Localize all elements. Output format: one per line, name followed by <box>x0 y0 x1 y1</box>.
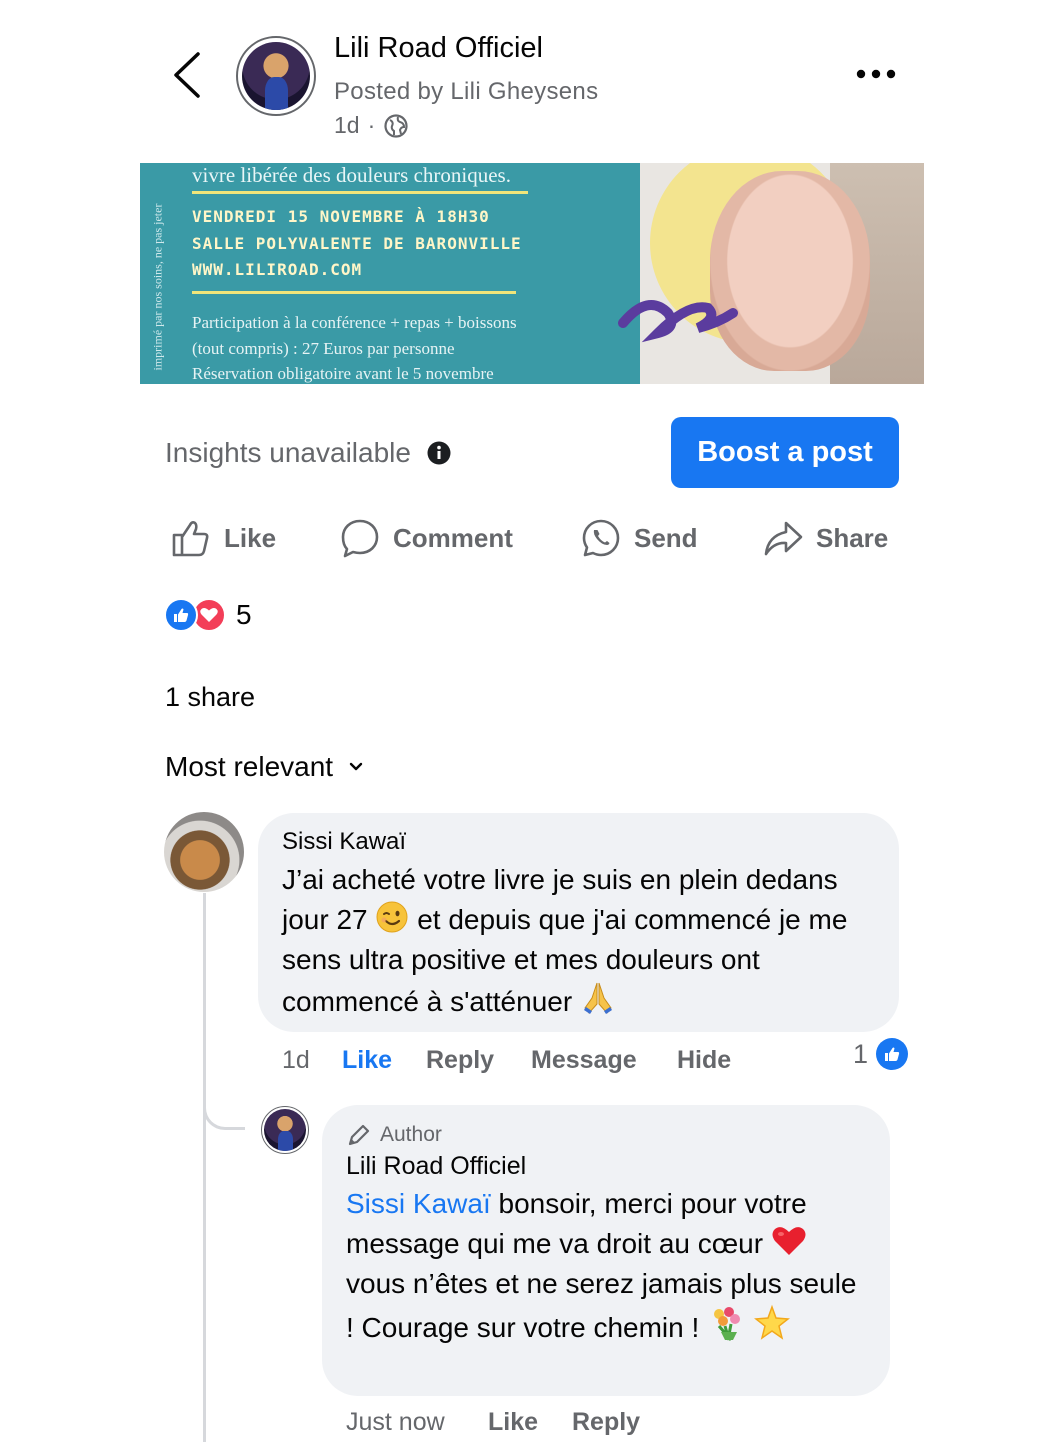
insights-label: Insights unavailable <box>165 437 411 468</box>
reply-mention[interactable]: Sissi Kawaï <box>346 1188 491 1219</box>
globe-icon <box>384 113 408 138</box>
reply-like-button[interactable]: Like <box>488 1408 538 1437</box>
red-heart-emoji-icon <box>772 1227 806 1255</box>
comment-reply-button[interactable]: Reply <box>426 1046 494 1075</box>
author-badge-label: Author <box>380 1123 442 1146</box>
banner-price-1: Participation à la conférence + repas + … <box>192 313 517 332</box>
share-button[interactable]: Share <box>762 515 888 561</box>
commenter-name[interactable]: Sissi Kawaï <box>282 828 406 856</box>
post-time-row: 1d · <box>334 112 409 139</box>
reactions-summary[interactable]: 5 <box>164 598 252 632</box>
send-label: Send <box>634 522 698 553</box>
praying-hands-emoji-icon <box>583 982 612 1014</box>
comment-message-button[interactable]: Message <box>531 1046 637 1075</box>
whatsapp-icon <box>582 519 620 557</box>
banner-site: WWW.LILIROAD.COM <box>192 260 363 279</box>
more-dots-icon[interactable] <box>855 62 897 86</box>
reply-text: Sissi Kawaï bonsoir, merci pour votre me… <box>346 1188 857 1343</box>
wink-emoji-icon <box>376 901 408 933</box>
like-reaction-icon <box>876 1038 909 1070</box>
info-icon[interactable] <box>427 441 451 465</box>
like-button[interactable]: Like <box>170 515 276 561</box>
pen-icon <box>348 1124 370 1146</box>
share-arrow-icon <box>764 521 803 556</box>
comment-like-number: 1 <box>853 1038 869 1069</box>
comment-like-count[interactable]: 1 <box>853 1038 909 1070</box>
thread-connector <box>203 1080 245 1130</box>
banner-price-3: Réservation obligatoire avant le 5 novem… <box>192 364 494 383</box>
banner-headline: vivre libérée des douleurs chroniques. <box>192 163 511 187</box>
sort-label: Most relevant <box>165 751 334 782</box>
banner-place: SALLE POLYVALENTE DE BARONVILLE <box>192 234 522 253</box>
comment-sort-dropdown[interactable]: Most relevant <box>165 751 363 783</box>
posted-by-label: Posted by Lili Gheysens <box>334 78 599 105</box>
banner-date: VENDREDI 15 NOVEMBRE À 18H30 <box>192 207 490 226</box>
banner-side-text: imprimé par nos soins, ne pas jeter <box>150 203 165 371</box>
like-reaction-icon <box>164 598 198 632</box>
reply-author-name[interactable]: Lili Road Officiel <box>346 1152 526 1181</box>
page-name[interactable]: Lili Road Officiel <box>334 32 543 65</box>
post-image[interactable]: imprimé par nos soins, ne pas jeter vivr… <box>140 163 924 384</box>
reply-avatar[interactable] <box>261 1106 309 1154</box>
comment-bubble-icon <box>341 519 379 558</box>
commenter-avatar[interactable] <box>164 812 244 892</box>
page-avatar[interactable] <box>236 36 316 116</box>
reply-time: Just now <box>346 1408 445 1436</box>
comment-hide-button[interactable]: Hide <box>677 1046 731 1075</box>
thread-line <box>203 893 206 1442</box>
comment-text: J’ai acheté votre livre je suis en plein… <box>282 864 848 1017</box>
comment-label: Comment <box>393 522 513 553</box>
insights-row: Insights unavailable <box>165 437 451 469</box>
banner-price-2: (tout compris) : 27 Euros par personne <box>192 339 455 358</box>
like-label: Like <box>224 522 277 553</box>
back-chevron-icon[interactable] <box>168 50 208 100</box>
comment-like-button[interactable]: Like <box>342 1046 392 1075</box>
banner-squiggle <box>618 300 738 343</box>
share-label: Share <box>816 522 889 553</box>
comment-time: 1d <box>282 1046 310 1074</box>
reply-reply-button[interactable]: Reply <box>572 1408 640 1437</box>
boost-post-button[interactable]: Boost a post <box>671 417 899 488</box>
post-time: 1d <box>334 112 360 138</box>
time-separator: · <box>367 112 376 138</box>
glowing-star-emoji-icon <box>753 1304 790 1340</box>
author-badge: Author <box>346 1122 442 1148</box>
chevron-down-icon <box>349 762 363 771</box>
reaction-count: 5 <box>236 599 252 630</box>
share-count[interactable]: 1 share <box>165 682 255 713</box>
comment-button[interactable]: Comment <box>339 515 513 561</box>
bouquet-emoji-icon <box>714 1307 741 1341</box>
send-button[interactable]: Send <box>580 515 698 561</box>
thumbs-up-icon <box>172 521 209 557</box>
